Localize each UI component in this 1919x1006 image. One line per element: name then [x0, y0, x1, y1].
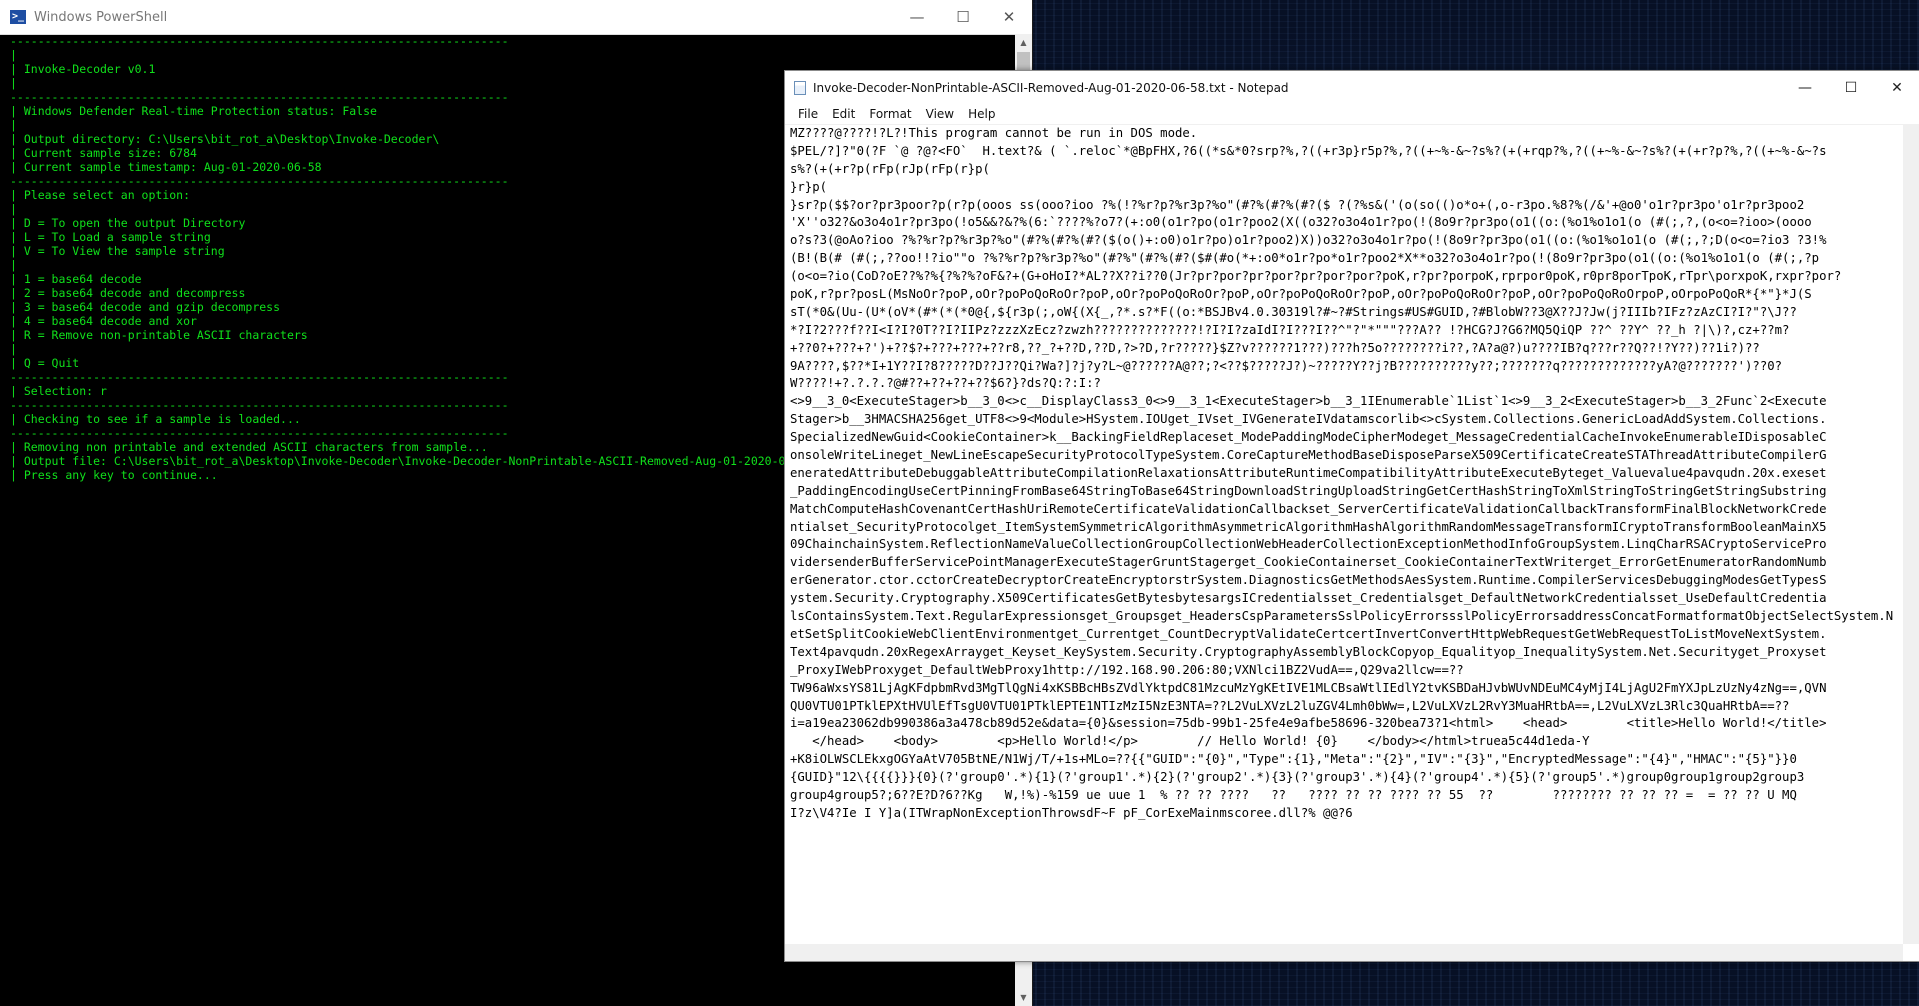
text-line: etSetSplitCookieWebClientEnvironmentget_…: [790, 626, 1827, 641]
powershell-title: Windows PowerShell: [34, 9, 168, 25]
text-line: I?z\V4?Ie I Y]a(ITWrapNonExceptionThrows…: [790, 805, 1353, 820]
text-line: MatchComputeHashCovenantCertHashUriRemot…: [790, 501, 1827, 516]
text-line: W????!+?.?.?.?@#??+??+??+??$6?}?ds?Q:?:I…: [790, 376, 1101, 391]
minimize-icon[interactable]: —: [1782, 71, 1828, 104]
text-line: _ProxyIWebProxyget_DefaultWebProxy1http:…: [790, 662, 1464, 677]
notepad-title: Invoke-Decoder-NonPrintable-ASCII-Remove…: [813, 80, 1289, 95]
notepad-icon: [794, 80, 806, 95]
text-line: 09ChainchainSystem.ReflectionNameValueCo…: [790, 537, 1827, 552]
text-line: sT(*0&(Uu-(U*(oV*(#*(*(*0@{,${r3p(;,oW{(…: [790, 304, 1797, 319]
scroll-down-icon[interactable]: ▼: [1015, 989, 1032, 1006]
text-line: ystem.Security.Cryptography.X509Certific…: [790, 591, 1827, 606]
console-line: ----------------------------------------…: [10, 34, 509, 48]
text-line: TW96aWxsYS81LjAgKFdpbmRvd3MgTlQgNi4xKSBB…: [790, 680, 1827, 695]
menu-file[interactable]: File: [791, 107, 825, 121]
text-line: $PEL/?]?"0(?F `@ ?@?<FO` H.text?& ( `.re…: [790, 143, 1827, 158]
maximize-icon[interactable]: ☐: [1828, 71, 1874, 104]
text-line: group4group5?;6??E?D?6??Kg W,!%)-%159 ue…: [790, 787, 1797, 802]
text-line: {GUID}"12\{{{{}}}{0}(?'group0'.*){1}(?'g…: [790, 770, 1805, 785]
text-line: poK,r?pr?posL(MsNoOr?poP,oOr?poPoQoRoOr?…: [790, 287, 1812, 302]
text-line: QU0VTU01PTklEPXtHVUlEfTsgU0VTU01PTklEPTE…: [790, 698, 1790, 713]
text-line: (B!(B(# (#(;,??oo!!?io""o ?%?%r?p?%r3p?%…: [790, 251, 1820, 266]
text-line: MZ????@????!?L?!This program cannot be r…: [790, 126, 1198, 140]
text-line: 'X''o32?&o3o4o1r?pr3po(!o5&&?&?%(6:`????…: [790, 215, 1812, 230]
text-line: lsContainsSystem.Text.RegularExpressions…: [790, 609, 1894, 624]
notepad-horizontal-scrollbar[interactable]: [785, 944, 1903, 961]
text-line: }r}p(: [790, 179, 828, 194]
text-line: *?I?2???f??I<I?I?0T??I?IIPz?zzzXzEcz?zwz…: [790, 322, 1790, 337]
text-line: SpecializedNewGuid<CookieContainer>k__Ba…: [790, 430, 1827, 445]
text-line: _PaddingEncodingUseCertPinningFromBase64…: [790, 483, 1827, 498]
notepad-titlebar[interactable]: Invoke-Decoder-NonPrintable-ASCII-Remove…: [785, 71, 1919, 104]
menu-view[interactable]: View: [919, 107, 961, 121]
notepad-menubar: File Edit Format View Help: [785, 104, 1919, 125]
maximize-icon[interactable]: ☐: [940, 0, 986, 34]
text-line: }sr?p($$?or?pr3poor?p(r?p(ooos ss(ooo?io…: [790, 197, 1805, 212]
text-line: 9A????,$??*I+1Y??I?8?????D??J??Qi?Wa?]?j…: [790, 358, 1783, 373]
text-line: eneratedAttributeDebuggableAttributeComp…: [790, 465, 1827, 480]
text-line: i=a19ea23062db990386a3a478cb89d52e&data=…: [790, 716, 1827, 731]
text-line: o?s?3(@oAo?ioo ?%?%r?p?%r3p?%o"(#?%(#?%(…: [790, 233, 1827, 248]
text-line: +K8iOLWSCLEkxgOGYaAtV705BtNE/N1Wj/T/+1s+…: [790, 752, 1797, 767]
text-line: vidersenderBufferServicePointManagerExec…: [790, 555, 1827, 570]
notepad-text-area[interactable]: MZ????@????!?L?!This program cannot be r…: [790, 125, 1902, 943]
notepad-vertical-scrollbar[interactable]: [1903, 125, 1919, 944]
text-line: ntialset_SecurityProtocolget_ItemSystemS…: [790, 519, 1827, 534]
text-line: </head> <body> <p>Hello World!</p> // He…: [790, 734, 1590, 749]
text-line: (o<o=?io(CoD?oE??%?%{?%?%?oF&?+(G+oHoI?*…: [790, 269, 1842, 284]
text-line: onsoleWriteLineget_NewLineEscapeSecurity…: [790, 448, 1827, 463]
powershell-icon: >_: [10, 10, 26, 24]
text-line: erGenerator.ctor.cctorCreateDecryptorCre…: [790, 573, 1827, 588]
menu-edit[interactable]: Edit: [825, 107, 862, 121]
menu-format[interactable]: Format: [862, 107, 918, 121]
scroll-up-icon[interactable]: ▲: [1015, 34, 1032, 51]
powershell-titlebar[interactable]: >_ Windows PowerShell — ☐ ✕: [0, 0, 1032, 35]
text-line: <>9__3_0<ExecuteStager>b__3_0<>c__Displa…: [790, 394, 1827, 409]
close-icon[interactable]: ✕: [1874, 71, 1919, 104]
text-line: +??0?+???+?')+??$?+???+???+??r8,??_?+??D…: [790, 340, 1760, 355]
text-line: Text4pavqudn.20xRegexArrayget_Keyset_Key…: [790, 644, 1827, 659]
close-icon[interactable]: ✕: [986, 0, 1032, 34]
notepad-window[interactable]: Invoke-Decoder-NonPrintable-ASCII-Remove…: [784, 70, 1919, 962]
console-line: |: [10, 48, 17, 62]
text-line: s%?(+(+r?p(rFp(rJp(rFp(r}p(: [790, 161, 990, 176]
text-line: Stager>b__3HMACSHA256get_UTF8<>9<Module>…: [790, 412, 1827, 427]
menu-help[interactable]: Help: [961, 107, 1002, 121]
minimize-icon[interactable]: —: [894, 0, 940, 34]
